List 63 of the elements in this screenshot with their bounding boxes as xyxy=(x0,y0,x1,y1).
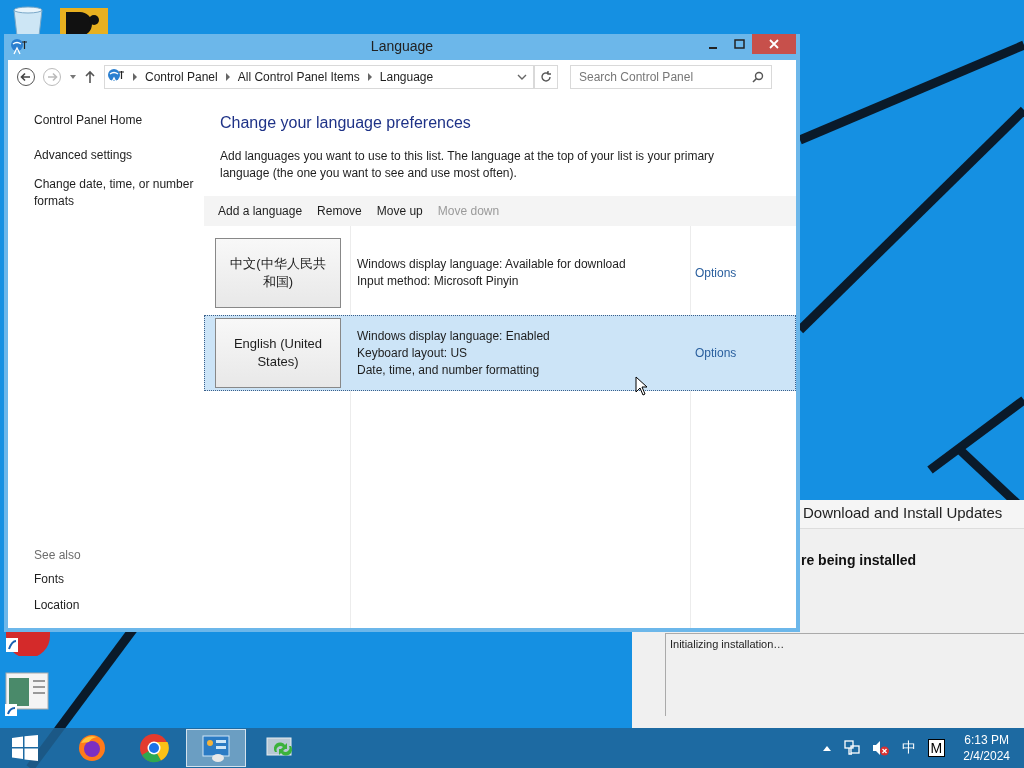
clock[interactable]: 6:13 PM 2/4/2024 xyxy=(963,732,1010,764)
page-description: Add languages you want to use to this list. The language at the top of your list is your primary language (the one you want to see and use most often). xyxy=(220,148,716,182)
chevron-right-icon[interactable] xyxy=(224,73,231,81)
address-bar[interactable]: Control Panel All Control Panel Items Language xyxy=(104,65,534,89)
language-detail: Windows display language: Enabled xyxy=(357,327,551,345)
updates-title: Download and Install Updates xyxy=(803,504,1003,521)
chevron-down-icon[interactable] xyxy=(517,73,527,81)
up-arrow-icon[interactable] xyxy=(84,70,96,84)
language-name: 中文(中华人民共和国) xyxy=(215,238,341,308)
refresh-icon xyxy=(540,70,552,84)
see-also-link[interactable]: Fonts xyxy=(34,571,204,588)
see-also-heading: See also xyxy=(34,548,82,562)
sidebar-link[interactable]: Advanced settings xyxy=(34,147,204,164)
close-button[interactable] xyxy=(752,34,796,54)
language-detail: Windows display language: Available for download xyxy=(357,256,627,273)
language-detail: Input method: Microsoft Pinyin xyxy=(357,273,520,290)
window-title: Language xyxy=(369,38,435,54)
page-heading: Change your language preferences xyxy=(220,114,472,132)
clock-time: 6:13 PM xyxy=(964,732,1009,748)
language-row[interactable]: 中文(中华人民共和国) Windows display language: Available for download Input method: Microsoft Pinyin Options xyxy=(204,235,796,311)
sidebar-link[interactable]: Control Panel Home xyxy=(34,112,204,129)
close-icon xyxy=(769,39,779,49)
toolbar-button[interactable]: Add a language xyxy=(212,202,309,220)
start-button-icon[interactable] xyxy=(12,735,38,761)
mouse-pointer-icon xyxy=(635,376,648,396)
sidebar-link[interactable]: Change date, time, or number formats xyxy=(34,176,204,210)
ime-indicator[interactable]: 中 xyxy=(901,739,916,757)
toolbar-button[interactable]: Remove xyxy=(311,202,368,220)
chevron-right-icon[interactable] xyxy=(366,73,373,81)
control-panel-icon xyxy=(201,733,231,763)
clock-date: 2/4/2024 xyxy=(963,748,1010,764)
see-also-link[interactable]: Location xyxy=(34,597,204,614)
chrome-icon xyxy=(139,733,169,763)
refresh-button[interactable] xyxy=(534,65,558,89)
options-link[interactable]: Options xyxy=(695,346,737,360)
log-text: Initializing installation… xyxy=(670,638,785,650)
network-icon[interactable] xyxy=(843,740,860,756)
language-icon xyxy=(10,38,28,56)
maximize-icon xyxy=(733,39,745,49)
input-mode-indicator[interactable]: M xyxy=(927,739,946,757)
volume-muted-icon[interactable] xyxy=(871,740,890,756)
search-field[interactable]: Search Control Panel xyxy=(570,65,772,89)
app-shortcut-icon[interactable] xyxy=(60,8,108,36)
history-dropdown-icon[interactable] xyxy=(68,73,78,81)
cpp-shortcut-icon[interactable] xyxy=(4,630,50,656)
minimize-icon xyxy=(709,47,717,49)
taskbar-app[interactable] xyxy=(186,729,246,767)
toolbar-button[interactable]: Move up xyxy=(370,202,429,220)
language-row[interactable]: English (United States) Windows display language: Enabled Keyboard layout: US Date, time, and number formatting Options xyxy=(204,315,796,391)
show-hidden-icons-icon[interactable] xyxy=(821,744,832,752)
back-icon[interactable] xyxy=(16,67,36,87)
updates-heading: re being installed xyxy=(801,552,917,568)
breadcrumb[interactable]: Control Panel xyxy=(145,70,218,84)
language-detail: Keyboard layout: US xyxy=(357,344,469,362)
document-shortcut-icon[interactable] xyxy=(5,672,49,718)
options-link[interactable]: Options xyxy=(695,266,737,280)
chevron-right-icon[interactable] xyxy=(132,73,138,81)
search-icon xyxy=(752,71,764,83)
language-name: English (United States) xyxy=(215,318,341,388)
breadcrumb[interactable]: Language xyxy=(379,70,434,84)
language-detail: Date, time, and number formatting xyxy=(357,361,541,379)
firefox-icon xyxy=(77,733,107,763)
breadcrumb[interactable]: All Control Panel Items xyxy=(237,70,360,84)
